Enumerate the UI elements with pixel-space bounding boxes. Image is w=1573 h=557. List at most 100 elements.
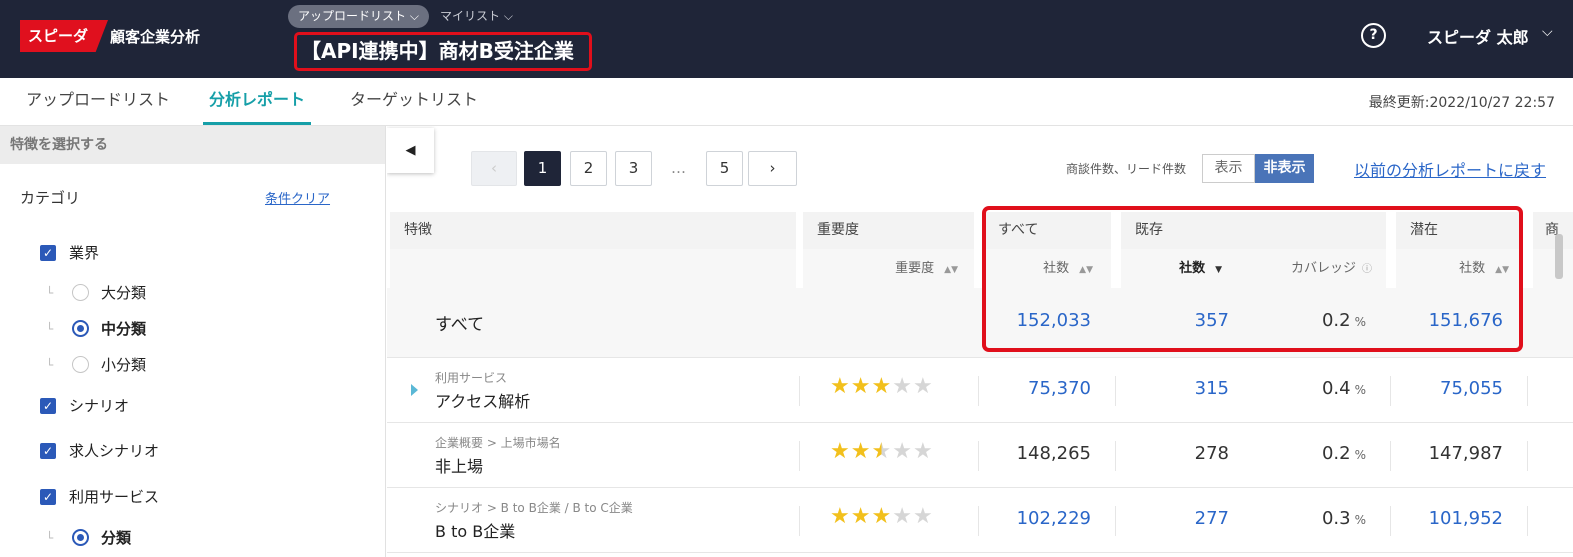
star-filled-icon: ★ bbox=[830, 374, 851, 399]
importance-stars: ★★★★★ bbox=[830, 504, 934, 529]
checkbox-checked-icon[interactable]: ✓ bbox=[40, 488, 56, 505]
upload-list-breadcrumb[interactable]: アップロードリスト ⌵ bbox=[288, 5, 429, 28]
table-row[interactable]: シナリオ > B to B企業 / B to C企業 B to B企業 ★★★★… bbox=[387, 488, 1573, 553]
chevron-down-icon: ⌵ bbox=[406, 9, 419, 23]
checkbox-label: 業界 bbox=[69, 244, 100, 262]
tree-branch-icon: └ bbox=[46, 321, 54, 336]
sort-importance[interactable]: 重要度 ▲▼ bbox=[803, 249, 974, 288]
radio-button-selected[interactable] bbox=[72, 320, 89, 337]
checkbox-checked-icon[interactable]: ✓ bbox=[40, 442, 56, 459]
star-half-icon: ★ bbox=[871, 439, 893, 464]
pagination-page-3[interactable]: 3 bbox=[615, 151, 652, 186]
existing-count: 278 bbox=[1194, 443, 1229, 464]
percent-unit: % bbox=[1354, 315, 1366, 329]
pagination-page-2[interactable]: 2 bbox=[570, 151, 607, 186]
checkbox-label: 求人シナリオ bbox=[69, 442, 160, 460]
potential-count[interactable]: 101,952 bbox=[1396, 508, 1503, 529]
toggle-hide-button[interactable]: 非表示 bbox=[1255, 154, 1314, 183]
column-divider bbox=[1115, 376, 1116, 406]
tree-branch-icon: └ bbox=[46, 285, 54, 300]
last-updated: 最終更新:2022/10/27 22:57 bbox=[1368, 95, 1555, 111]
radio-middle-category[interactable]: └ 中分類 bbox=[46, 318, 146, 339]
tab-bar: アップロードリスト 分析レポート ターゲットリスト 最終更新:2022/10/2… bbox=[0, 78, 1573, 126]
expand-triangle-icon[interactable] bbox=[411, 384, 418, 396]
checkbox-job-scenario[interactable]: ✓ 求人シナリオ bbox=[40, 440, 159, 461]
checkbox-services-used[interactable]: ✓ 利用サービス bbox=[40, 486, 159, 507]
subheader-label: 社数 bbox=[1179, 261, 1206, 276]
sort-potential-count[interactable]: 社数 ▲▼ bbox=[1396, 249, 1523, 288]
feature-sidebar: 特徴を選択する カテゴリ 条件クリア ✓ 業界 └ 大分類 └ 中分類 └ 小分… bbox=[0, 126, 386, 557]
header-importance: 重要度 bbox=[803, 212, 974, 249]
column-divider bbox=[978, 376, 979, 406]
table-row[interactable]: 利用サービス アクセス解析 ★★★★★ 75,370 315 0.4% 75,0… bbox=[387, 358, 1573, 423]
pagination-page-5[interactable]: 5 bbox=[706, 151, 743, 186]
header-existing: 既存 bbox=[1121, 212, 1386, 249]
my-list-breadcrumb[interactable]: マイリスト ⌵ bbox=[440, 5, 513, 28]
existing-count[interactable]: 277 bbox=[1121, 508, 1229, 529]
subheader-truncated bbox=[1533, 249, 1573, 288]
brand-logo[interactable]: スピーダ bbox=[20, 20, 108, 52]
coverage: 0.3% bbox=[1240, 508, 1366, 529]
checkbox-industry[interactable]: ✓ 業界 bbox=[40, 242, 99, 263]
app-name: 顧客企業分析 bbox=[110, 28, 201, 46]
percent-unit: % bbox=[1354, 513, 1366, 527]
percent-unit: % bbox=[1354, 448, 1366, 462]
star-filled-icon: ★ bbox=[850, 504, 872, 529]
checkbox-checked-icon[interactable]: ✓ bbox=[40, 244, 56, 261]
all-count[interactable]: 75,370 bbox=[984, 378, 1091, 399]
radio-major-category[interactable]: └ 大分類 bbox=[46, 282, 146, 303]
sort-icon: ▲▼ bbox=[944, 265, 958, 275]
checkbox-label: シナリオ bbox=[69, 397, 130, 415]
page-title: 【API連携中】商材B受注企業 bbox=[294, 32, 592, 71]
toggle-show-button[interactable]: 表示 bbox=[1202, 154, 1255, 183]
collapse-sidebar-button[interactable]: ◀ bbox=[387, 128, 434, 173]
chevron-down-icon[interactable]: ⌵ bbox=[1542, 24, 1553, 40]
clear-conditions-link[interactable]: 条件クリア bbox=[265, 188, 330, 207]
table-row[interactable]: 企業概要 > 上場市場名 非上場 ★★★★★ 148,265 278 0.2% … bbox=[387, 423, 1573, 488]
column-divider bbox=[1527, 376, 1528, 406]
column-divider bbox=[1390, 506, 1391, 536]
tab-target-list[interactable]: ターゲットリスト bbox=[350, 78, 478, 125]
column-divider bbox=[1115, 506, 1116, 536]
feature-name: 非上場 bbox=[435, 457, 484, 476]
radio-label: 大分類 bbox=[101, 284, 147, 302]
sort-icon: ▲▼ bbox=[1495, 265, 1509, 275]
radio-classification[interactable]: └ 分類 bbox=[46, 527, 131, 548]
star-filled-icon: ★ bbox=[871, 504, 893, 529]
radio-button-selected[interactable] bbox=[72, 529, 89, 546]
radio-label: 分類 bbox=[101, 529, 132, 547]
star-filled-icon: ★ bbox=[850, 439, 872, 464]
total-all-count[interactable]: 152,033 bbox=[984, 310, 1091, 331]
revert-report-link[interactable]: 以前の分析レポートに戻す bbox=[1354, 157, 1546, 181]
existing-count[interactable]: 315 bbox=[1121, 378, 1229, 399]
column-divider bbox=[799, 376, 800, 406]
star-empty-icon: ★ bbox=[892, 439, 913, 464]
help-icon[interactable]: ? bbox=[1361, 23, 1386, 48]
coverage-value: 0.4 bbox=[1321, 378, 1351, 399]
potential-count[interactable]: 75,055 bbox=[1396, 378, 1503, 399]
coverage-header: カバレッジ ⓘ bbox=[1240, 249, 1386, 288]
user-menu[interactable]: スピーダ 太郎 bbox=[1427, 24, 1529, 48]
coverage-value: 0.2 bbox=[1321, 310, 1351, 331]
tab-analysis-report[interactable]: 分析レポート bbox=[203, 78, 312, 125]
table-scrollbar[interactable] bbox=[1555, 234, 1563, 279]
subheader-label: 重要度 bbox=[895, 261, 935, 276]
pagination-prev-button[interactable]: ‹ bbox=[471, 151, 517, 186]
header-feature: 特徴 bbox=[390, 212, 796, 249]
total-existing-count[interactable]: 357 bbox=[1121, 310, 1229, 331]
tab-upload-list[interactable]: アップロードリスト bbox=[26, 78, 170, 125]
sort-existing-count[interactable]: 社数 ▼ bbox=[1121, 249, 1240, 288]
pagination-next-button[interactable]: › bbox=[748, 151, 797, 186]
checkbox-scenario[interactable]: ✓ シナリオ bbox=[40, 395, 129, 416]
checkbox-checked-icon[interactable]: ✓ bbox=[40, 397, 56, 414]
radio-minor-category[interactable]: └ 小分類 bbox=[46, 354, 146, 375]
info-icon[interactable]: ⓘ bbox=[1362, 264, 1372, 275]
pagination-page-1[interactable]: 1 bbox=[524, 151, 561, 186]
radio-label: 中分類 bbox=[101, 320, 147, 338]
radio-button[interactable] bbox=[72, 356, 89, 373]
radio-button[interactable] bbox=[72, 284, 89, 301]
total-potential-count[interactable]: 151,676 bbox=[1396, 310, 1503, 331]
sort-all-count[interactable]: 社数 ▲▼ bbox=[984, 249, 1111, 288]
all-count[interactable]: 102,229 bbox=[984, 508, 1091, 529]
star-empty-icon: ★ bbox=[912, 504, 934, 529]
